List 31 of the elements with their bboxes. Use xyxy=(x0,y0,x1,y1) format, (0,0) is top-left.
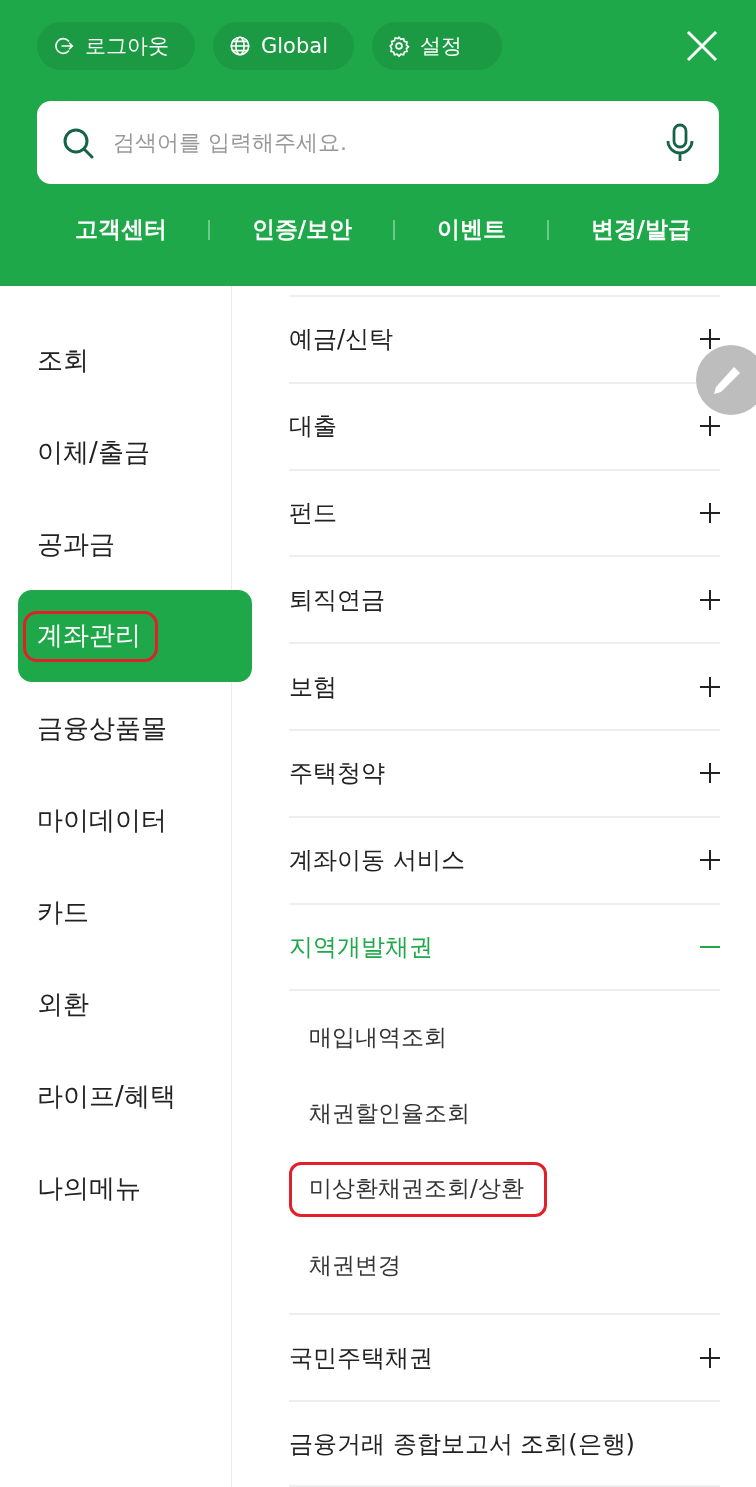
category-item[interactable]: 라이프/혜택 xyxy=(0,1050,232,1142)
search-bar[interactable]: 검색어를 입력해주세요. xyxy=(37,101,719,184)
edit-button[interactable] xyxy=(696,345,756,415)
microphone-icon[interactable] xyxy=(665,122,695,163)
logout-button[interactable]: 로그아웃 xyxy=(37,22,195,70)
menu-item[interactable]: 보험 xyxy=(289,642,720,729)
menu-item[interactable]: 계좌이동 서비스 xyxy=(289,815,720,903)
search-field[interactable]: 검색어를 입력해주세요. xyxy=(111,129,649,156)
settings-icon xyxy=(388,35,410,57)
close-icon xyxy=(685,29,719,63)
category-item[interactable]: 이체/출금 xyxy=(0,406,232,498)
close-button[interactable] xyxy=(685,29,719,63)
settings-button[interactable]: 설정 xyxy=(372,22,502,70)
globe-icon xyxy=(229,35,251,57)
submenu-link[interactable]: 채권변경 xyxy=(309,1227,401,1304)
submenu-link[interactable]: 채권할인율조회 xyxy=(309,1075,470,1152)
menu-item[interactable]: 국민주택채권 xyxy=(289,1313,720,1401)
global-button[interactable]: Global xyxy=(213,22,354,70)
menu-item[interactable]: 펀드 xyxy=(289,468,720,556)
category-item[interactable]: 카드 xyxy=(0,866,232,958)
category-item[interactable]: 마이데이터 xyxy=(0,774,232,866)
menu-item[interactable]: 주택청약 xyxy=(289,729,720,816)
category-item[interactable]: 나의메뉴 xyxy=(0,1142,232,1234)
category-item[interactable]: 공과금 xyxy=(0,498,232,590)
menu-item[interactable]: 금융거래 종합보고서 조회(은행) xyxy=(289,1400,720,1487)
submenu-link[interactable]: 매입내역조회 xyxy=(309,999,447,1076)
logout-icon xyxy=(53,35,75,57)
category-item[interactable]: 조회 xyxy=(0,314,232,406)
menu-item[interactable]: 퇴직연금 xyxy=(289,555,720,643)
category-item[interactable]: 금융상품몰 xyxy=(0,682,232,774)
category-item[interactable]: 외환 xyxy=(0,958,232,1050)
